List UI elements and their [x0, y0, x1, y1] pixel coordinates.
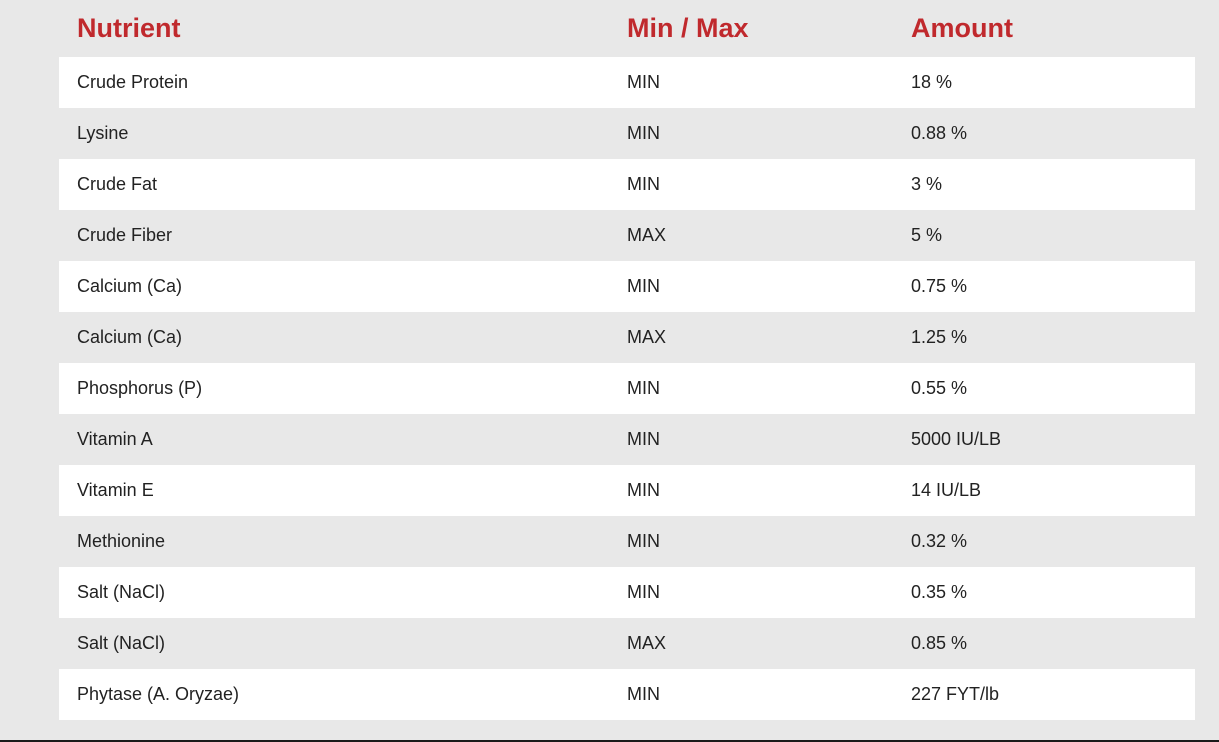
column-header-nutrient: Nutrient — [77, 13, 181, 43]
amount-cell: 5 % — [911, 225, 943, 245]
min-max-cell: MIN — [627, 582, 660, 602]
amount-cell: 0.85 % — [911, 633, 968, 653]
table-row: Calcium (Ca) MAX 1.25 % — [59, 312, 1195, 363]
nutrient-table: Nutrient Min / Max Amount Crude Protein … — [59, 0, 1195, 720]
min-max-cell: MAX — [627, 225, 667, 245]
amount-cell: 0.88 % — [911, 123, 968, 143]
nutrient-cell: Salt (NaCl) — [77, 633, 166, 653]
table-row: Crude Fiber MAX 5 % — [59, 210, 1195, 261]
nutrient-cell: Calcium (Ca) — [77, 327, 183, 347]
nutrient-cell: Crude Protein — [77, 72, 189, 92]
nutrient-cell: Phosphorus (P) — [77, 378, 203, 398]
table-row: Crude Protein MIN 18 % — [59, 57, 1195, 108]
nutrient-cell: Salt (NaCl) — [77, 582, 166, 602]
table-row: Phosphorus (P) MIN 0.55 % — [59, 363, 1195, 414]
nutrient-cell: Phytase (A. Oryzae) — [77, 684, 240, 704]
table-row: Salt (NaCl) MIN 0.35 % — [59, 567, 1195, 618]
min-max-cell: MIN — [627, 684, 660, 704]
amount-cell: 3 % — [911, 174, 943, 194]
nutrient-cell: Methionine — [77, 531, 166, 551]
amount-cell: 1.25 % — [911, 327, 968, 347]
table-header-row: Nutrient Min / Max Amount — [59, 0, 1195, 57]
min-max-cell: MIN — [627, 72, 660, 92]
amount-cell: 0.75 % — [911, 276, 968, 296]
min-max-cell: MAX — [627, 327, 667, 347]
min-max-cell: MIN — [627, 174, 660, 194]
table-row: Crude Fat MIN 3 % — [59, 159, 1195, 210]
nutrient-cell: Crude Fat — [77, 174, 158, 194]
nutrient-cell: Calcium (Ca) — [77, 276, 183, 296]
min-max-cell: MIN — [627, 429, 660, 449]
column-header-amount: Amount — [911, 13, 1013, 43]
min-max-cell: MIN — [627, 123, 660, 143]
min-max-cell: MIN — [627, 480, 660, 500]
amount-cell: 0.55 % — [911, 378, 968, 398]
min-max-cell: MIN — [627, 378, 660, 398]
amount-cell: 14 IU/LB — [911, 480, 982, 500]
table-row: Calcium (Ca) MIN 0.75 % — [59, 261, 1195, 312]
amount-cell: 5000 IU/LB — [911, 429, 1002, 449]
table-row: Vitamin E MIN 14 IU/LB — [59, 465, 1195, 516]
table-row: Salt (NaCl) MAX 0.85 % — [59, 618, 1195, 669]
nutrient-cell: Crude Fiber — [77, 225, 173, 245]
nutrient-cell: Lysine — [77, 123, 129, 143]
min-max-cell: MIN — [627, 276, 660, 296]
amount-cell: 0.32 % — [911, 531, 968, 551]
amount-cell: 227 FYT/lb — [911, 684, 1000, 704]
table-row: Methionine MIN 0.32 % — [59, 516, 1195, 567]
amount-cell: 0.35 % — [911, 582, 968, 602]
min-max-cell: MIN — [627, 531, 660, 551]
amount-cell: 18 % — [911, 72, 953, 92]
nutrient-cell: Vitamin A — [77, 429, 153, 449]
table-row: Vitamin A MIN 5000 IU/LB — [59, 414, 1195, 465]
column-header-min-max: Min / Max — [627, 13, 749, 43]
min-max-cell: MAX — [627, 633, 667, 653]
table-row: Phytase (A. Oryzae) MIN 227 FYT/lb — [59, 669, 1195, 720]
nutrient-cell: Vitamin E — [77, 480, 154, 500]
table-row: Lysine MIN 0.88 % — [59, 108, 1195, 159]
